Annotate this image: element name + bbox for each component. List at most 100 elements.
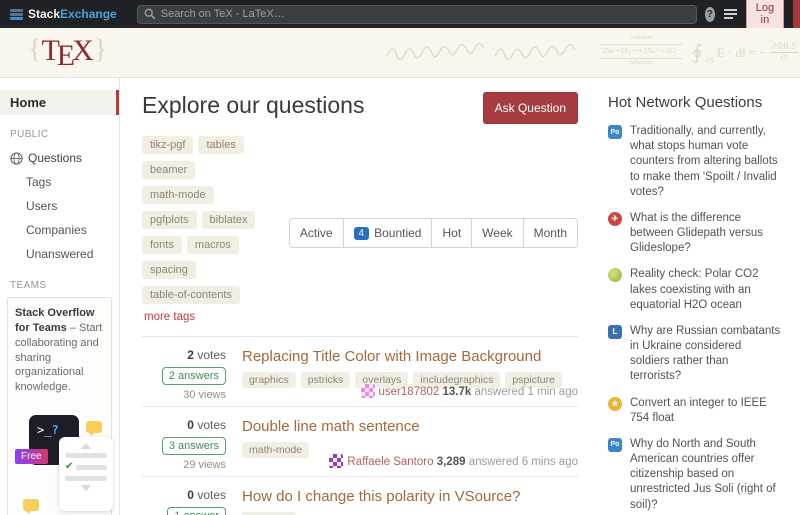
stackexchange-stack-icon (10, 9, 23, 20)
question-stats: 0 votes 1 answer 11 views (142, 488, 226, 515)
question-title-link[interactable]: How do I change this polarity in VSource… (242, 488, 578, 505)
tag-pill[interactable]: macros (187, 236, 239, 254)
search-input[interactable] (161, 8, 690, 20)
worldbuilding-site-icon (608, 268, 622, 282)
tag-pill[interactable]: pgfplots (142, 211, 197, 229)
teams-illustration: >_? ✔ Free (15, 403, 104, 515)
sidebar-teams-label: TEAMS (10, 280, 119, 291)
bounty-count-badge: 4 (354, 227, 370, 240)
aviation-site-icon: ✈ (608, 212, 622, 226)
stackexchange-logo-text: StackExchange (28, 7, 117, 21)
chat-bubble-icon (23, 499, 39, 511)
sidebar-item-unanswered[interactable]: Unanswered (0, 242, 119, 266)
sidebar-item-questions[interactable]: Questions (0, 146, 119, 170)
tag-pill[interactable]: tikz-pgf (142, 136, 193, 154)
tag-pill[interactable]: table-of-contents (142, 286, 240, 304)
tag-pill[interactable]: pstricks (301, 372, 351, 388)
hot-network-questions-sidebar: Hot Network Questions Po Traditionally, … (598, 78, 800, 515)
question-row: 0 votes 1 answer 11 views How do I chang… (142, 477, 578, 515)
sidebar-public-label: PUBLIC (10, 129, 119, 140)
tag-pill[interactable]: beamer (142, 161, 195, 179)
ask-question-button[interactable]: Ask Question (483, 92, 578, 124)
politics-site-icon: Po (608, 125, 622, 139)
question-stats: 2 votes 2 answers 30 views (142, 348, 226, 406)
tag-pill[interactable]: fonts (142, 236, 182, 254)
filter-week[interactable]: Week (471, 219, 522, 247)
help-icon[interactable]: ? (705, 7, 715, 22)
site-switcher-icon[interactable] (724, 9, 737, 19)
tag-pill[interactable]: graphics (242, 372, 296, 388)
avatar (329, 454, 343, 468)
popular-tags: tikz-pgf tables beamer math-mode pgfplot… (142, 136, 277, 330)
tag-pill[interactable]: math-mode (142, 186, 214, 204)
question-title-link[interactable]: Replacing Title Color with Image Backgro… (242, 348, 578, 365)
free-badge: Free (15, 449, 48, 464)
sidebar-item-tags[interactable]: Tags (0, 170, 119, 194)
question-stats: 0 votes 3 answers 29 views (142, 418, 226, 476)
question-row: 2 votes 2 answers 30 views Replacing Tit… (142, 337, 578, 407)
hot-question-link[interactable]: Why are Russian combatants in Ukraine co… (630, 324, 782, 385)
sidebar-item-users[interactable]: Users (0, 194, 119, 218)
question-row: 0 votes 3 answers 29 views Double line m… (142, 407, 578, 477)
page-title: Explore our questions (142, 92, 364, 119)
user-link[interactable]: Raffaele Santoro (347, 456, 433, 468)
user-link[interactable]: user187802 (379, 386, 440, 398)
tex-site-logo[interactable]: {TEX} (28, 34, 107, 68)
left-sidebar: Home PUBLIC Questions Tags Users Compani… (0, 78, 120, 515)
hot-question-item[interactable]: Po Why do North and South American count… (608, 437, 782, 513)
hot-question-link[interactable]: Convert an integer to IEEE 754 float (630, 396, 782, 426)
search-bar[interactable] (137, 5, 697, 24)
chat-bubble-icon (86, 421, 102, 433)
hot-question-link[interactable]: Reality check: Polar CO2 lakes coexistin… (630, 267, 782, 313)
activity-timestamp: answered 1 min ago (474, 386, 578, 398)
filter-month[interactable]: Month (523, 219, 577, 247)
answers-badge: 3 answers (162, 437, 226, 455)
site-header: {TEX} oxidation 2Na + Cl₂ ⟶ 2Na⁺ + 2Cl⁻ … (0, 28, 800, 78)
codegolf-site-icon: ★ (608, 397, 622, 411)
hot-question-link[interactable]: Traditionally, and currently, what stops… (630, 124, 782, 200)
check-icon: ✔ (65, 462, 73, 472)
user-reputation: 13.7k (442, 386, 471, 398)
question-title-link[interactable]: Double line math sentence (242, 418, 578, 435)
maxwell-formula-decoration: ∮ ∂S E · dl = − ∂ΦB,S∂t (692, 40, 798, 65)
hot-question-item[interactable]: ✈ What is the difference between Glidepa… (608, 211, 782, 257)
hot-question-item[interactable]: ★ Convert an integer to IEEE 754 float (608, 396, 782, 426)
hot-question-item[interactable]: Reality check: Polar CO2 lakes coexistin… (608, 267, 782, 313)
question-filter-group: Active 4Bountied Hot Week Month (289, 218, 578, 248)
stackexchange-logo[interactable]: StackExchange (10, 7, 117, 21)
hot-question-link[interactable]: What is the difference between Glidepath… (630, 211, 782, 257)
user-reputation: 3,289 (437, 456, 466, 468)
answers-badge: 2 answers (162, 367, 226, 385)
log-in-button[interactable]: Log in (746, 0, 784, 30)
views-count: 30 views (142, 389, 226, 401)
more-tags-link[interactable]: more tags (144, 311, 195, 323)
sign-up-button[interactable]: Sign up (793, 0, 800, 30)
activity-timestamp: answered 6 mins ago (469, 456, 578, 468)
sidebar-item-home[interactable]: Home (0, 90, 119, 115)
hot-question-item[interactable]: L Why are Russian combatants in Ukraine … (608, 324, 782, 385)
hot-question-item[interactable]: Po Traditionally, and currently, what st… (608, 124, 782, 200)
answers-badge: 1 answer (167, 507, 226, 515)
politics-site-icon: Po (608, 438, 622, 452)
hot-question-link[interactable]: Why do North and South American countrie… (630, 437, 782, 513)
tag-pill[interactable]: math-mode (242, 442, 309, 458)
main-content: Explore our questions Ask Question tikz-… (120, 78, 598, 515)
tag-pill[interactable]: spacing (142, 261, 196, 279)
views-count: 29 views (142, 459, 226, 471)
search-icon (144, 8, 156, 20)
sidebar-item-companies[interactable]: Companies (0, 218, 119, 242)
elvish-script-decoration (385, 38, 585, 68)
law-site-icon: L (608, 325, 622, 339)
chemistry-formula-decoration: oxidation 2Na + Cl₂ ⟶ 2Na⁺ + 2Cl⁻ reduct… (600, 34, 682, 68)
filter-active[interactable]: Active (290, 219, 343, 247)
checklist-card-icon: ✔ (59, 437, 113, 511)
avatar (361, 384, 375, 398)
filter-bountied[interactable]: 4Bountied (343, 219, 432, 247)
teams-promo-card: Stack Overflow for Teams – Start collabo… (7, 297, 112, 515)
sidebar-item-label: Questions (28, 151, 82, 165)
filter-hot[interactable]: Hot (431, 219, 471, 247)
tag-pill[interactable]: biblatex (202, 211, 256, 229)
hot-network-questions-title: Hot Network Questions (608, 94, 782, 111)
tag-pill[interactable]: tables (198, 136, 243, 154)
globe-icon (10, 152, 23, 165)
